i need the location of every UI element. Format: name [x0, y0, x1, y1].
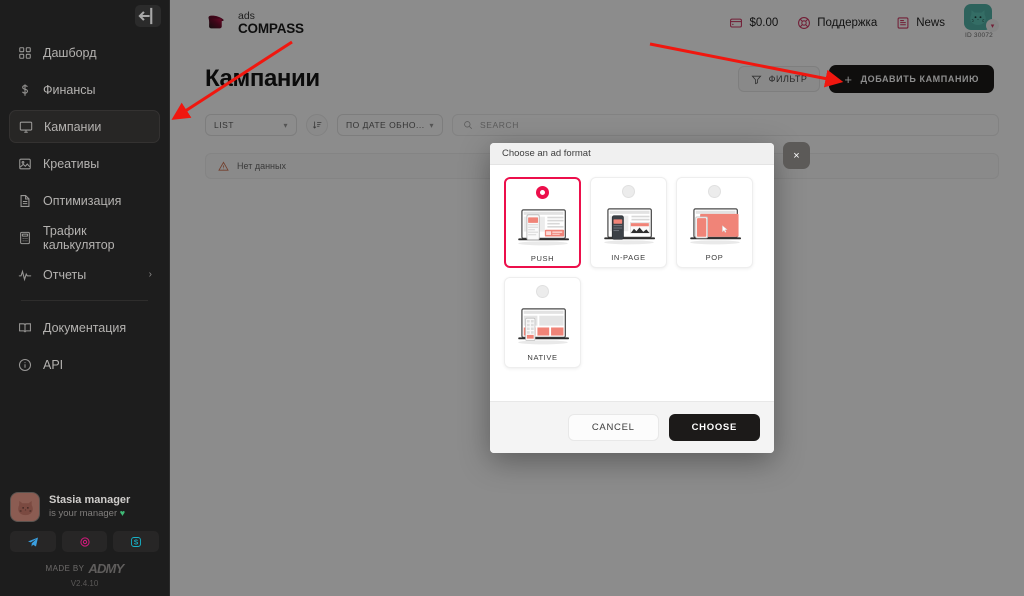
skype-icon	[131, 536, 142, 547]
sidebar: Дашборд Финансы Кампании Креативы Оптими…	[0, 0, 170, 596]
sidebar-item-documentation[interactable]: Документация	[9, 311, 160, 344]
manager-card: Stasia manager is your manager ♥	[0, 492, 169, 558]
monitor-icon	[18, 119, 33, 134]
radio-button[interactable]	[536, 186, 549, 199]
radio-button[interactable]	[622, 185, 635, 198]
sidebar-item-label: Кампании	[44, 119, 102, 134]
info-icon	[17, 357, 32, 372]
sidebar-item-api[interactable]: API	[9, 348, 160, 381]
ad-format-option-native[interactable]: NATIVE	[504, 277, 581, 368]
sidebar-item-label: Дашборд	[43, 45, 97, 60]
activity-icon	[17, 267, 32, 282]
admy-logo: ADMY	[88, 561, 124, 576]
ad-format-label: PUSH	[530, 254, 555, 263]
manager-text: Stasia manager is your manager ♥	[49, 494, 130, 520]
sidebar-item-creatives[interactable]: Креативы	[9, 147, 160, 180]
manager-subtitle-text: is your manager	[49, 508, 118, 519]
sidebar-item-label: Финансы	[43, 82, 96, 97]
sidebar-item-traffic-calculator[interactable]: Трафик калькулятор	[9, 221, 160, 254]
inpage-art-icon	[603, 208, 655, 245]
sidebar-item-optimization[interactable]: Оптимизация	[9, 184, 160, 217]
threads-button[interactable]	[61, 531, 108, 552]
sidebar-item-label: Отчеты	[43, 267, 87, 282]
ad-format-option-pop[interactable]: POP	[676, 177, 753, 268]
sidebar-item-label: Документация	[43, 320, 127, 335]
sidebar-item-label: API	[43, 357, 64, 372]
ad-format-option-inpage[interactable]: IN-PAGE	[590, 177, 667, 268]
threads-icon	[79, 536, 90, 547]
version-label: V2.4.10	[70, 579, 99, 588]
manager-name: Stasia manager	[49, 494, 131, 506]
sidebar-item-dashboard[interactable]: Дашборд	[9, 36, 160, 69]
sidebar-nav-primary: Дашборд Финансы Кампании Креативы Оптими…	[0, 32, 169, 385]
manager-row: Stasia manager is your manager ♥	[10, 492, 159, 522]
cancel-button[interactable]: CANCEL	[567, 414, 659, 441]
ad-format-grid: PUSH IN-PAGE POP NATIVE	[504, 177, 760, 368]
sidebar-collapse-row	[0, 0, 169, 32]
ad-format-label: POP	[705, 253, 724, 262]
modal-body: PUSH IN-PAGE POP NATIVE	[490, 165, 774, 401]
grid-icon	[17, 45, 32, 60]
dollar-icon	[17, 82, 32, 97]
telegram-button[interactable]	[10, 531, 56, 552]
native-art-icon	[517, 308, 569, 345]
sidebar-item-finance[interactable]: Финансы	[9, 73, 160, 106]
choose-button[interactable]: CHOOSE	[668, 414, 760, 441]
book-icon	[17, 320, 32, 335]
heart-icon: ♥	[119, 508, 126, 518]
sidebar-item-label: Оптимизация	[43, 193, 122, 208]
sidebar-item-campaigns[interactable]: Кампании	[9, 110, 160, 143]
radio-button[interactable]	[708, 185, 721, 198]
push-art-icon	[517, 209, 569, 246]
collapse-left-icon	[138, 7, 153, 25]
sidebar-divider	[21, 300, 148, 301]
chevron-right-icon: ›	[148, 269, 152, 280]
sidebar-item-reports[interactable]: Отчеты ›	[9, 258, 160, 291]
cat-icon	[17, 500, 33, 515]
document-icon	[17, 193, 32, 208]
skype-button[interactable]	[113, 531, 160, 552]
modal-close-button[interactable]: ×	[783, 142, 810, 169]
modal-title: Choose an ad format	[502, 148, 591, 159]
sidebar-footer: MADE BY ADMY V2.4.10	[0, 558, 169, 596]
ad-format-modal: Choose an ad format PUSH IN-PAGE POP NAT…	[490, 143, 774, 453]
sidebar-collapse-button[interactable]	[135, 5, 161, 27]
close-icon: ×	[793, 149, 800, 162]
sidebar-item-label: Креативы	[43, 156, 100, 171]
manager-contact-buttons	[10, 531, 160, 552]
modal-title-bar: Choose an ad format	[490, 143, 774, 165]
choose-button-label: CHOOSE	[691, 422, 737, 433]
radio-button[interactable]	[536, 285, 549, 298]
cancel-button-label: CANCEL	[591, 422, 635, 433]
ad-format-label: IN-PAGE	[611, 253, 646, 262]
image-icon	[17, 156, 32, 171]
modal-footer: CANCEL CHOOSE	[490, 401, 774, 453]
sidebar-item-label: Трафик калькулятор	[43, 223, 115, 252]
made-by-line: MADE BY ADMY	[45, 561, 125, 576]
avatar	[10, 492, 40, 522]
ad-format-label: NATIVE	[527, 353, 558, 362]
manager-subtitle: is your manager ♥	[49, 507, 130, 520]
app-root: Дашборд Финансы Кампании Креативы Оптими…	[0, 0, 1024, 596]
made-by-label: MADE BY	[45, 564, 85, 573]
pop-art-icon	[689, 208, 741, 245]
calculator-icon	[17, 230, 32, 245]
ad-format-option-push[interactable]: PUSH	[504, 177, 581, 268]
telegram-icon	[27, 537, 38, 546]
